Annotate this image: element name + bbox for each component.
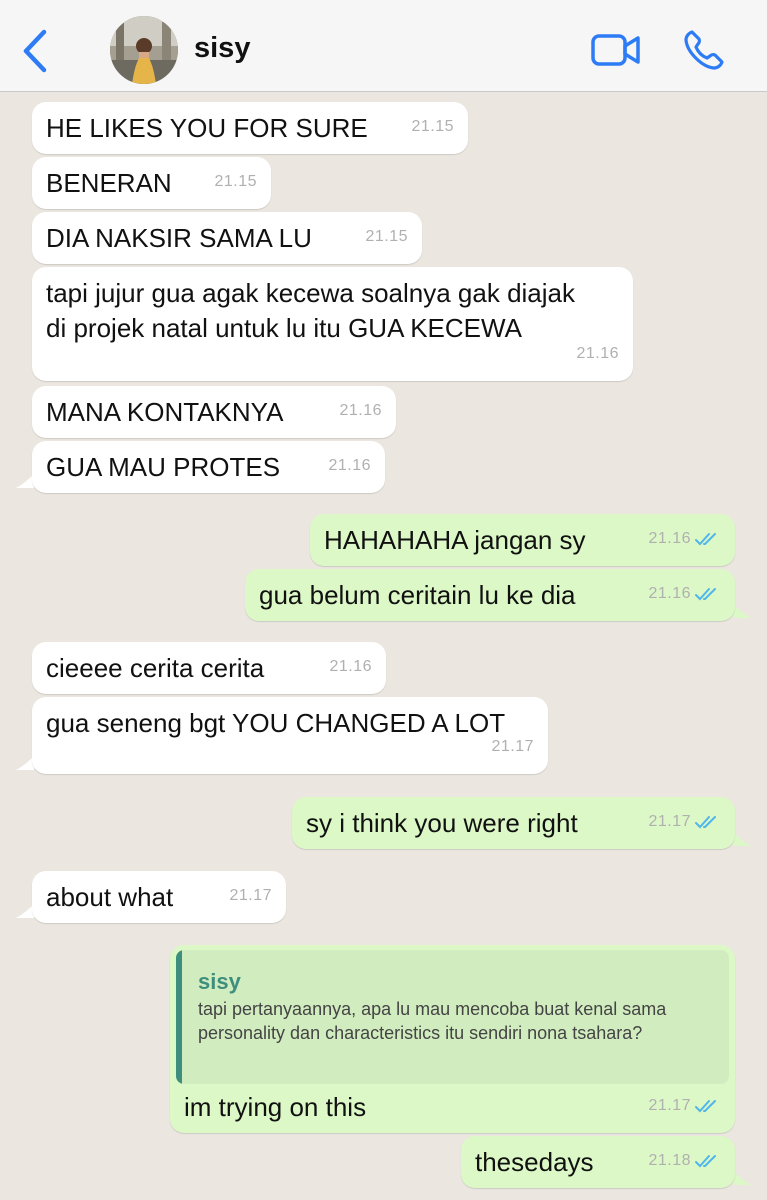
message-text: HAHAHAHA jangan sy xyxy=(324,525,586,555)
bubble-tail xyxy=(16,756,34,770)
message-time: 21.18 xyxy=(648,1152,691,1169)
message-text: thesedays xyxy=(475,1147,594,1177)
message-time: 21.16 xyxy=(576,345,619,362)
bubble-tail xyxy=(733,832,751,846)
bubble-tail xyxy=(733,1171,751,1185)
message-text: tapi jujur gua agak kecewa soalnya gak d… xyxy=(46,278,576,343)
bubble-tail xyxy=(16,474,34,488)
bubble-tail xyxy=(16,904,34,918)
message-time: 21.17 xyxy=(229,887,272,904)
voice-call-button[interactable] xyxy=(682,28,726,72)
quoted-text: tapi pertanyaannya, apa lu mau mencoba b… xyxy=(198,999,667,1043)
message-time: 21.16 xyxy=(339,402,382,419)
message-list[interactable]: HE LIKES YOU FOR SURE 21.15 BENERAN 21.1… xyxy=(0,92,767,1200)
message-text: cieeee cerita cerita xyxy=(46,653,265,683)
message-time: 21.17 xyxy=(491,738,534,755)
message-bubble-outgoing[interactable]: thesedays 21.18 xyxy=(461,1136,735,1188)
message-bubble-incoming[interactable]: gua seneng bgt YOU CHANGED A LOT 21.17 xyxy=(32,697,548,774)
message-bubble-outgoing[interactable]: sy i think you were right 21.17 xyxy=(292,797,735,849)
message-time: 21.16 xyxy=(328,457,371,474)
message-time: 21.15 xyxy=(411,118,454,135)
double-check-icon xyxy=(695,815,716,829)
back-button[interactable] xyxy=(16,28,56,74)
message-text: MANA KONTAKNYA xyxy=(46,397,284,427)
quoted-sender: sisy xyxy=(198,969,241,994)
message-bubble-incoming[interactable]: DIA NAKSIR SAMA LU 21.15 xyxy=(32,212,422,264)
message-meta: 21.16 xyxy=(648,521,719,556)
message-bubble-incoming[interactable]: MANA KONTAKNYA 21.16 xyxy=(32,386,396,438)
message-time: 21.15 xyxy=(365,228,408,245)
video-camera-icon xyxy=(591,34,640,66)
avatar[interactable] xyxy=(110,16,178,84)
message-text: im trying on this xyxy=(184,1092,367,1122)
contact-name[interactable]: sisy xyxy=(194,32,250,65)
quote-bar xyxy=(176,950,182,1084)
message-meta: 21.17 xyxy=(648,804,719,839)
message-bubble-incoming[interactable]: GUA MAU PROTES 21.16 xyxy=(32,441,385,493)
message-bubble-outgoing-reply[interactable]: sisy tapi pertanyaannya, apa lu mau menc… xyxy=(170,945,735,1133)
message-bubble-incoming[interactable]: tapi jujur gua agak kecewa soalnya gak d… xyxy=(32,267,633,381)
message-time: 21.16 xyxy=(329,658,372,675)
chevron-left-icon xyxy=(23,29,47,73)
message-text: GUA MAU PROTES xyxy=(46,452,281,482)
double-check-icon xyxy=(695,532,716,546)
message-text: DIA NAKSIR SAMA LU xyxy=(46,223,312,253)
message-bubble-incoming[interactable]: HE LIKES YOU FOR SURE 21.15 xyxy=(32,102,468,154)
message-bubble-outgoing[interactable]: HAHAHAHA jangan sy 21.16 xyxy=(310,514,735,566)
double-check-icon xyxy=(695,587,716,601)
quoted-message[interactable]: sisy tapi pertanyaannya, apa lu mau menc… xyxy=(176,950,729,1084)
message-time: 21.16 xyxy=(648,530,691,547)
chat-header: sisy xyxy=(0,0,767,92)
video-call-button[interactable] xyxy=(590,32,642,68)
message-text: gua belum ceritain lu ke dia xyxy=(259,580,576,610)
message-text: about what xyxy=(46,882,174,912)
bubble-tail xyxy=(733,604,751,618)
double-check-icon xyxy=(695,1099,716,1113)
message-text: BENERAN xyxy=(46,168,172,198)
message-meta: 21.18 xyxy=(648,1143,719,1178)
message-text: sy i think you were right xyxy=(306,808,578,838)
avatar-photo xyxy=(110,16,178,84)
message-meta: 21.17 xyxy=(648,1088,719,1123)
message-bubble-incoming[interactable]: BENERAN 21.15 xyxy=(32,157,271,209)
message-time: 21.17 xyxy=(648,813,691,830)
phone-icon xyxy=(684,30,724,70)
message-time: 21.15 xyxy=(214,173,257,190)
message-meta: 21.16 xyxy=(648,576,719,611)
message-bubble-outgoing[interactable]: gua belum ceritain lu ke dia 21.16 xyxy=(245,569,735,621)
message-bubble-incoming[interactable]: cieeee cerita cerita 21.16 xyxy=(32,642,386,694)
message-text: HE LIKES YOU FOR SURE xyxy=(46,113,368,143)
double-check-icon xyxy=(695,1154,716,1168)
message-time: 21.17 xyxy=(648,1097,691,1114)
message-text: gua seneng bgt YOU CHANGED A LOT xyxy=(46,708,506,738)
message-time: 21.16 xyxy=(648,585,691,602)
message-bubble-incoming[interactable]: about what 21.17 xyxy=(32,871,286,923)
